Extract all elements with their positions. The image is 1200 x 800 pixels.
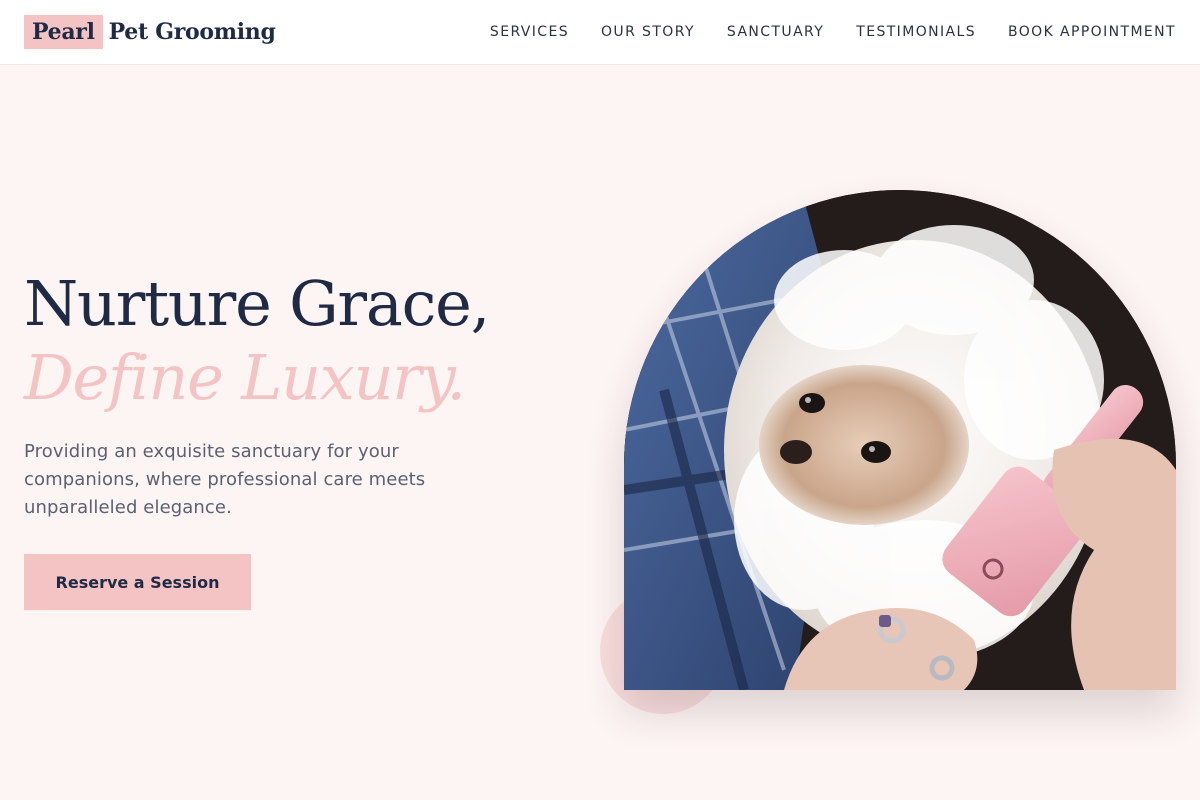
site-header: Pearl Pet Grooming SERVICES OUR STORY SA…: [0, 0, 1200, 65]
brand-logo-mark: Pearl: [24, 15, 103, 49]
fluffy-dog-illustration-icon: [624, 190, 1176, 690]
nav-link-our-story[interactable]: OUR STORY: [601, 24, 695, 40]
hero-headline-line-1: Nurture Grace,: [24, 267, 490, 340]
reserve-session-button[interactable]: Reserve a Session: [24, 554, 251, 610]
hero-dog-photo: [624, 190, 1176, 690]
nav-link-testimonials[interactable]: TESTIMONIALS: [856, 24, 976, 40]
hero-headline: Nurture Grace, Define Luxury.: [24, 266, 504, 414]
nav-link-book-appointment[interactable]: BOOK APPOINTMENT: [1008, 24, 1176, 40]
brand-logo-name: Pet Grooming: [108, 19, 276, 45]
brand-logo[interactable]: Pearl Pet Grooming: [24, 15, 276, 49]
nav-link-services[interactable]: SERVICES: [490, 24, 569, 40]
main-nav: SERVICES OUR STORY SANCTUARY TESTIMONIAL…: [458, 0, 1176, 64]
hero-headline-line-2: Define Luxury.: [24, 341, 466, 414]
hero-description: Providing an exquisite sanctuary for you…: [24, 441, 426, 518]
nav-link-sanctuary[interactable]: SANCTUARY: [727, 24, 824, 40]
